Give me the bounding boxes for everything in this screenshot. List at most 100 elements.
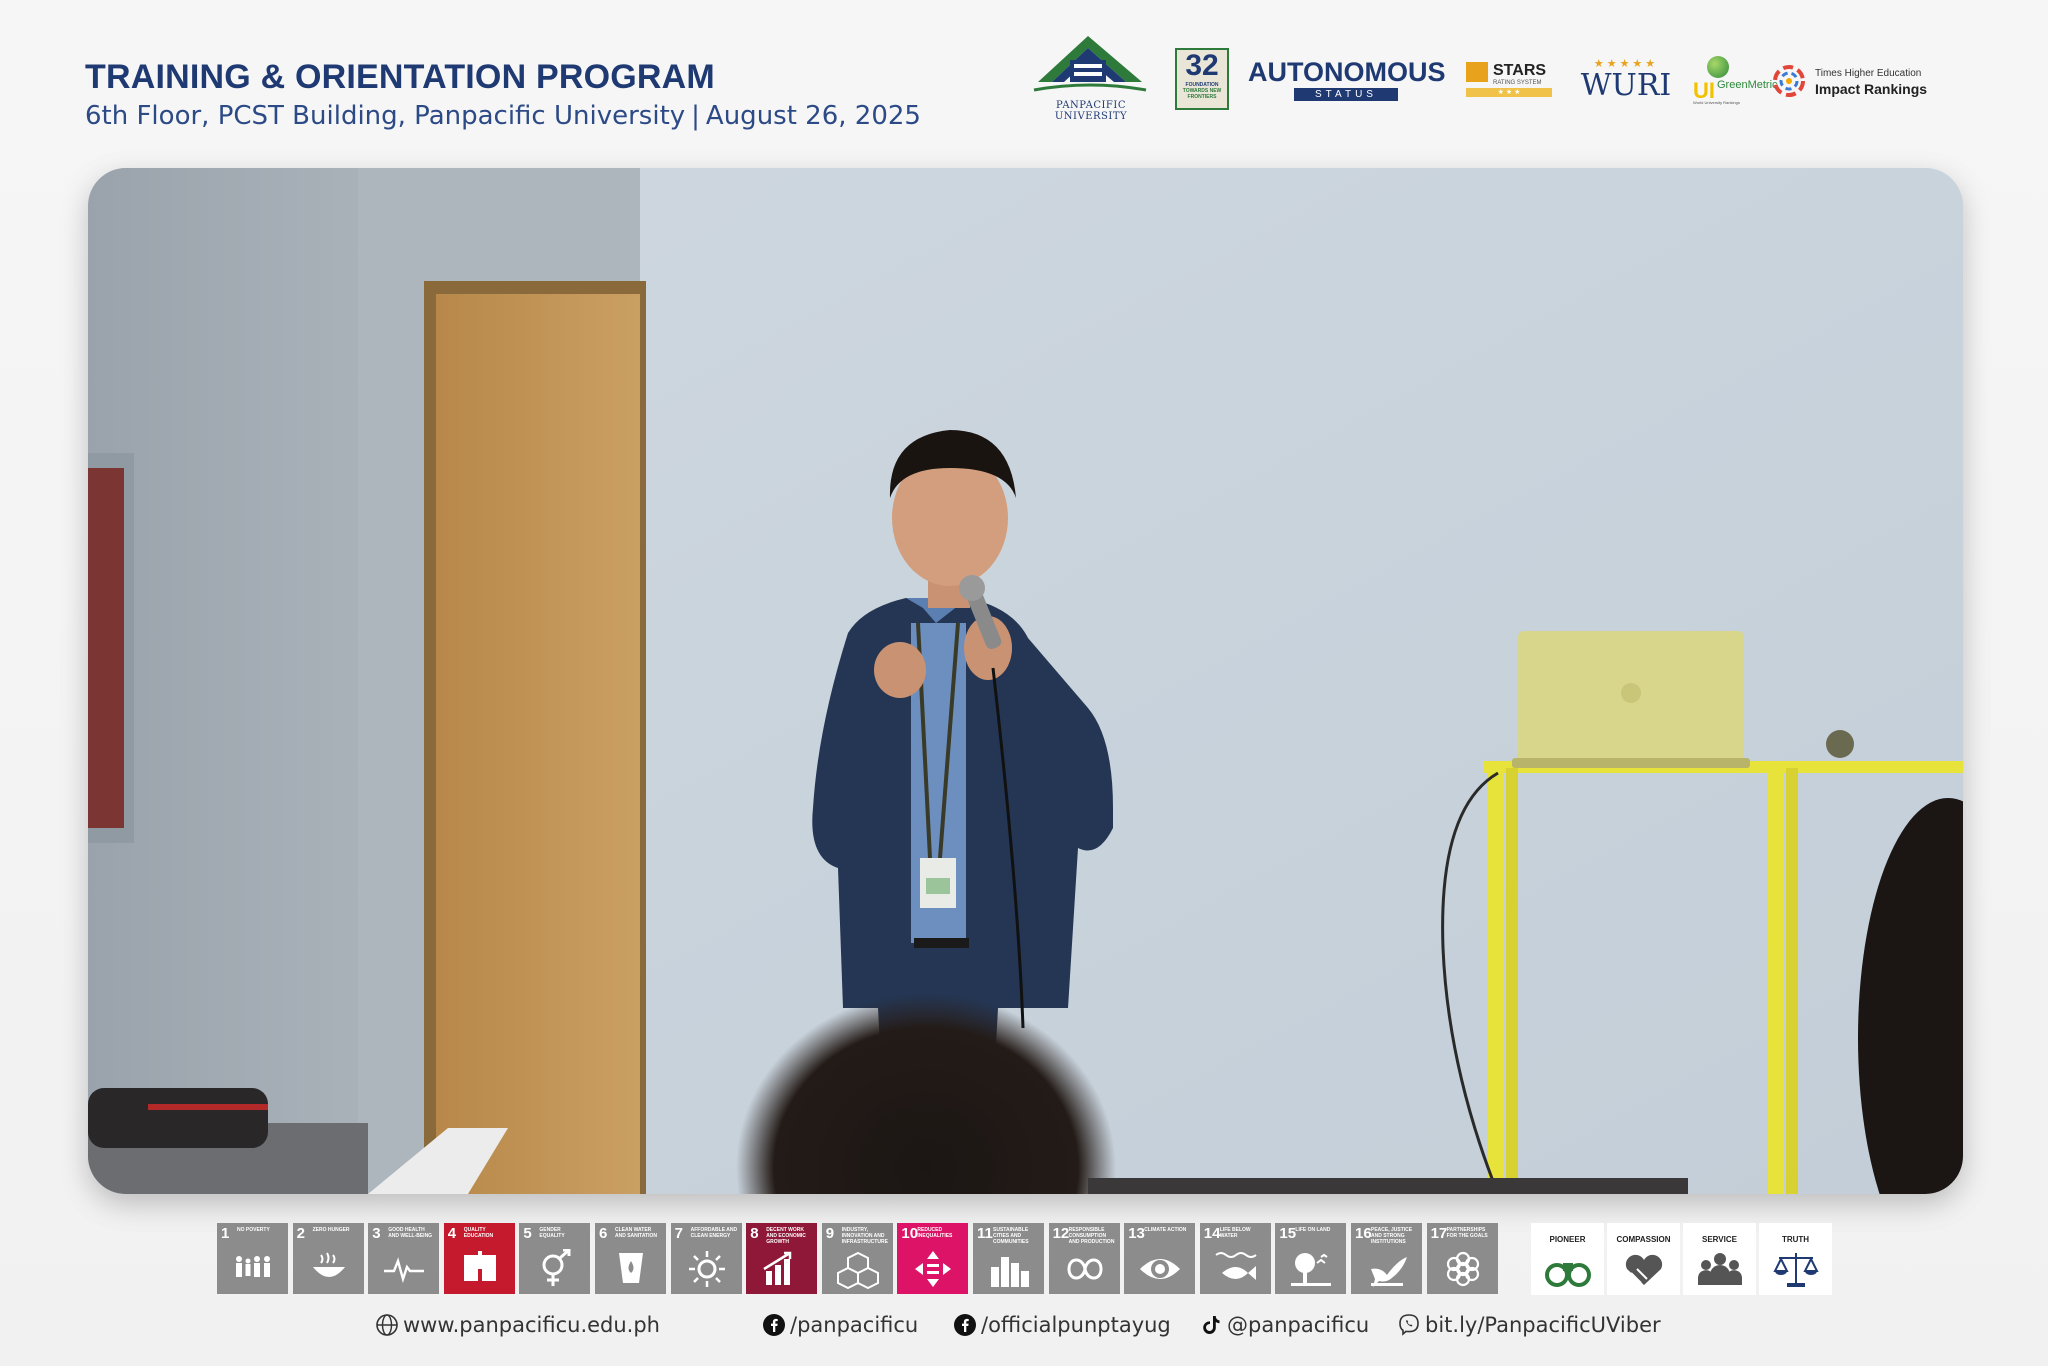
sdg-label: REDUCED INEQUALITIES: [917, 1227, 953, 1239]
qs-badge: [1466, 62, 1488, 82]
sdg-10-tile: 10 REDUCED INEQUALITIES: [897, 1223, 969, 1294]
qs-stars-logo: STARS RATING SYSTEM ★ ★ ★: [1466, 62, 1552, 102]
sdg-label: PEACE, JUSTICE AND STRONG INSTITUTIONS: [1371, 1227, 1413, 1245]
facebook-icon: [954, 1314, 976, 1336]
event-subtitle: 6th Floor, PCST Building, Panpacific Uni…: [85, 101, 921, 131]
sdg-label: SUSTAINABLE CITIES AND COMMUNITIES: [993, 1227, 1029, 1245]
the-impact-icon: [1773, 65, 1805, 97]
value-pioneer-tile: PIONEER: [1531, 1223, 1604, 1295]
sdg-15-tile: 15 LIFE ON LAND: [1275, 1223, 1347, 1294]
sdg-label: AFFORDABLE AND CLEAN ENERGY: [690, 1227, 738, 1239]
sdg-label: PARTNERSHIPS FOR THE GOALS: [1446, 1227, 1488, 1239]
the-line1: Times Higher Education: [1815, 68, 1922, 79]
speaker-scene-image: [88, 168, 1963, 1194]
dove-icon: [1371, 1257, 1407, 1287]
sdg-2-tile: 2 ZERO HUNGER: [292, 1223, 364, 1294]
gender-icon: [542, 1249, 571, 1286]
sdg-label: GOOD HEALTH AND WELL-BEING: [388, 1227, 433, 1239]
value-label: TRUTH: [1781, 1235, 1810, 1244]
sdg-label: QUALITY EDUCATION: [463, 1227, 494, 1239]
qs-stars-sub: RATING SYSTEM: [1493, 80, 1542, 86]
the-line2: Impact Rankings: [1815, 81, 1928, 97]
tiktok-text: @panpacificu: [1227, 1313, 1370, 1337]
heart-hands-icon: [1625, 1254, 1663, 1285]
value-compassion-tile: COMPASSION: [1607, 1223, 1680, 1295]
value-label: SERVICE: [1702, 1235, 1737, 1244]
anniversary-number: 32: [1185, 49, 1219, 82]
sdg-label: CLEAN WATER AND SANITATION: [615, 1227, 658, 1239]
subtitle-separator: |: [691, 101, 700, 131]
globe-icon: [376, 1314, 398, 1336]
flower-icon: [1446, 1251, 1479, 1287]
sun-icon: [688, 1251, 725, 1287]
facebook-icon: [763, 1314, 785, 1336]
sdg-label: DECENT WORK AND ECONOMIC GROWTH: [766, 1227, 806, 1245]
sdg-16-tile: 16 PEACE, JUSTICE AND STRONG INSTITUTIONS: [1351, 1223, 1422, 1294]
anniversary-line2: TOWARDS NEW FRONTIERS: [1182, 88, 1222, 100]
anniversary-32-logo: 32 FOUNDATION TOWARDS NEW FRONTIERS: [1175, 48, 1229, 110]
sdg-13-tile: 13 CLIMATE ACTION: [1124, 1223, 1196, 1294]
eye-globe-icon: [1140, 1259, 1181, 1279]
scales-icon: [1773, 1253, 1819, 1287]
value-service-tile: SERVICE: [1683, 1223, 1756, 1295]
sdg-label: LIFE ON LAND: [1295, 1227, 1331, 1233]
panpacific-logo-text: PANPACIFIC UNIVERSITY: [1054, 100, 1128, 122]
greenmetric-globe: [1707, 56, 1729, 78]
sdg-8-tile: 8 DECENT WORK AND ECONOMIC GROWTH: [746, 1223, 818, 1294]
value-label: PIONEER: [1549, 1235, 1586, 1244]
event-photo: [88, 168, 1963, 1194]
greenmetric-sub: World University Rankings: [1693, 100, 1740, 105]
event-venue: 6th Floor, PCST Building, Panpacific Uni…: [85, 101, 686, 131]
website-text: www.panpacificu.edu.ph: [403, 1313, 660, 1337]
fish-icon: [1215, 1252, 1257, 1280]
website-link[interactable]: www.panpacificu.edu.ph: [375, 1313, 660, 1337]
sdg-4-tile: 4 QUALITY EDUCATION: [443, 1223, 515, 1294]
greenmetric-logo: UI GreenMetric World University Rankings: [1693, 56, 1778, 106]
qs-star-bar: ★ ★ ★: [1466, 88, 1552, 97]
sdg-label: CLIMATE ACTION: [1144, 1227, 1187, 1233]
sdg-3-tile: 3 GOOD HEALTH AND WELL-BEING: [368, 1223, 440, 1294]
tree-icon: [1291, 1253, 1332, 1286]
sdg-12-tile: 12 RESPONSIBLE CONSUMPTION AND PRODUCTION: [1048, 1223, 1120, 1294]
facebook-text-1: /panpacificu: [790, 1313, 919, 1337]
water-icon: [619, 1253, 643, 1283]
sdg-label: NO POVERTY: [237, 1227, 270, 1233]
the-impact-rankings-logo: Times Higher Education Impact Rankings: [1772, 64, 1942, 104]
wuri-text: WURI: [1580, 68, 1672, 103]
cubes-icon: [836, 1251, 879, 1289]
sdg-label: INDUSTRY, INNOVATION AND INFRASTRUCTURE: [841, 1227, 888, 1245]
wuri-logo: ★★★★★ WURI: [1578, 58, 1674, 106]
panpacific-university-logo: PANPACIFIC UNIVERSITY: [1030, 30, 1150, 125]
sdg-9-tile: 9 INDUSTRY, INNOVATION AND INFRASTRUCTURE: [821, 1223, 893, 1294]
book-icon: [463, 1251, 496, 1281]
tiktok-link[interactable]: @panpacificu: [1199, 1313, 1369, 1337]
greenmetric-text: GreenMetric: [1717, 79, 1778, 91]
facebook-link-2[interactable]: /officialpunptayug: [953, 1313, 1171, 1337]
facebook-link-1[interactable]: /panpacificu: [762, 1313, 918, 1337]
sdg-label: ZERO HUNGER: [312, 1227, 350, 1233]
qs-stars-text: STARS: [1493, 62, 1547, 79]
status-text: STATUS: [1294, 88, 1398, 101]
value-truth-tile: TRUTH: [1759, 1223, 1832, 1295]
footer-contacts: www.panpacificu.edu.ph /panpacificu /off…: [0, 1313, 2048, 1347]
family-icon: [236, 1256, 270, 1277]
growth-chart-icon: [763, 1251, 792, 1285]
sdg-6-tile: 6 CLEAN WATER AND SANITATION: [595, 1223, 666, 1294]
sdg-1-tile: 1 NO POVERTY: [217, 1223, 288, 1294]
sdg-17-tile: 17 PARTNERSHIPS FOR THE GOALS: [1426, 1223, 1498, 1294]
autonomous-status-logo: AUTONOMOUS STATUS: [1248, 58, 1446, 102]
people-icon: [1698, 1253, 1742, 1285]
sdg-14-tile: 14 LIFE BELOW WATER: [1199, 1223, 1271, 1294]
viber-icon: [1399, 1314, 1419, 1336]
viber-link[interactable]: bit.ly/PanpacificUViber: [1397, 1313, 1661, 1337]
viber-text: bit.ly/PanpacificUViber: [1425, 1313, 1661, 1337]
infinity-icon: [1067, 1258, 1103, 1280]
arrows-equal-icon: [915, 1251, 952, 1287]
sdg-7-tile: 7 AFFORDABLE AND CLEAN ENERGY: [670, 1223, 742, 1294]
sdg-label: RESPONSIBLE CONSUMPTION AND PRODUCTION: [1068, 1227, 1115, 1245]
event-date: August 26, 2025: [705, 101, 921, 131]
facebook-text-2: /officialpunptayug: [981, 1313, 1171, 1337]
page-title: TRAINING & ORIENTATION PROGRAM: [85, 58, 715, 96]
city-icon: [991, 1257, 1029, 1287]
value-label: COMPASSION: [1616, 1235, 1671, 1244]
